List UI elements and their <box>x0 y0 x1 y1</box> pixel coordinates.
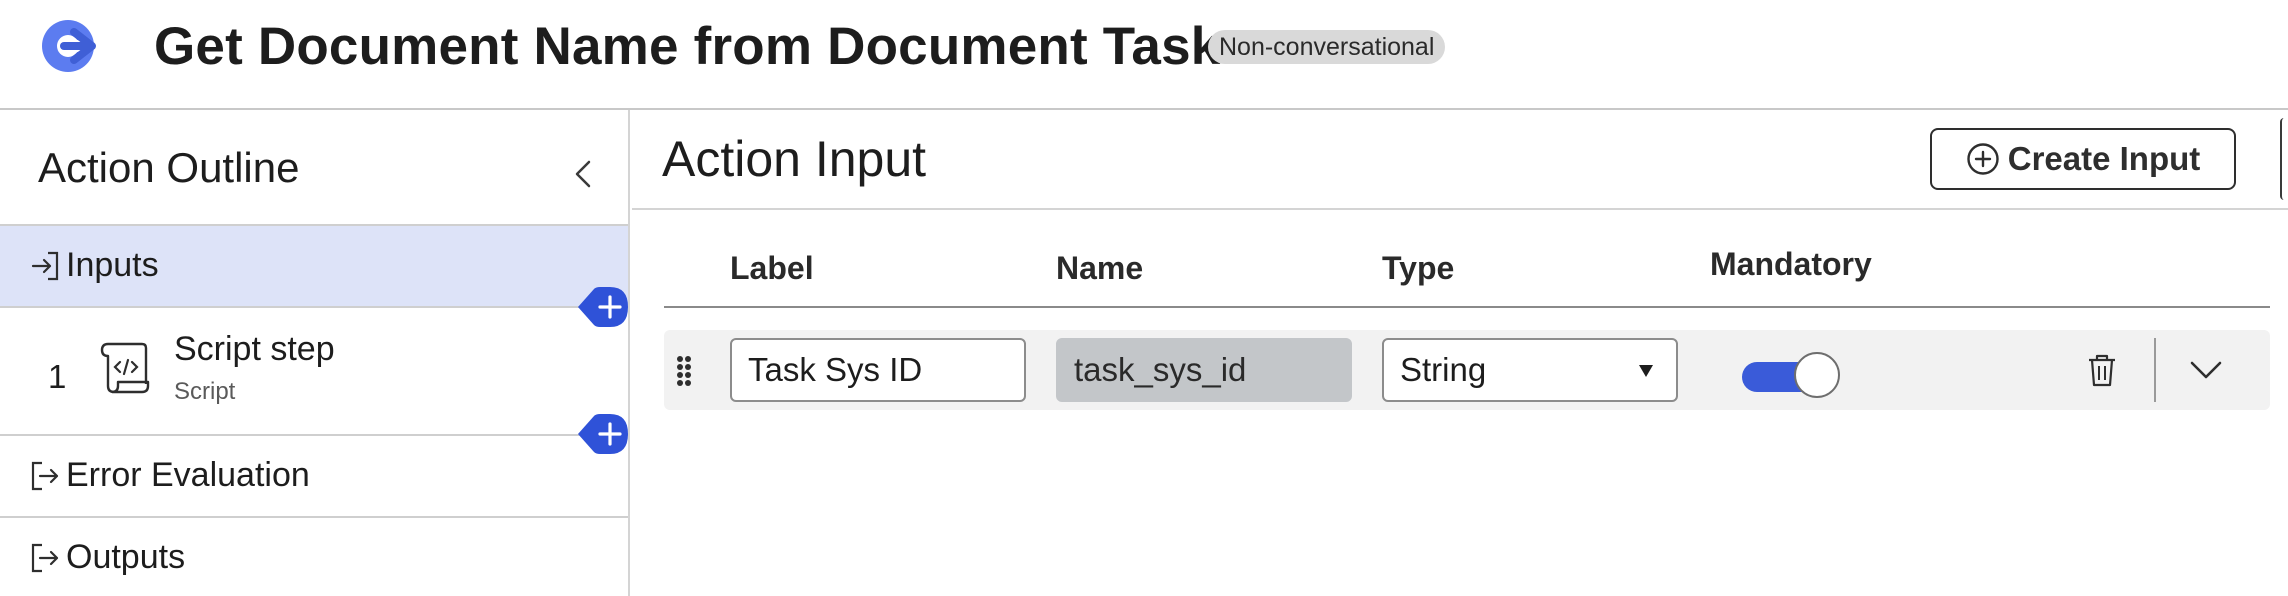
step-type: Script <box>174 378 236 405</box>
name-field: task_sys_id <box>1056 338 1352 402</box>
column-header-mandatory: Mandatory <box>1710 246 1872 282</box>
arrow-circle-logo-icon <box>42 20 96 72</box>
row-action-divider <box>2154 338 2156 402</box>
chevron-left-icon <box>575 160 591 188</box>
outline-item-label: Error Evaluation <box>66 456 310 494</box>
column-header-label: Label <box>730 250 814 286</box>
label-input[interactable]: Task Sys ID <box>730 338 1026 402</box>
action-outline-panel: Action Outline Inputs 1 Script step Scri… <box>0 110 630 596</box>
top-bar: Get Document Name from Document Task Non… <box>0 0 2288 110</box>
table-row: Task Sys ID task_sys_id String <box>664 330 2270 410</box>
column-header-name: Name <box>1056 250 1144 286</box>
toggle-knob <box>1794 352 1840 398</box>
outline-item-label: Inputs <box>66 246 159 284</box>
add-step-button[interactable] <box>576 285 630 329</box>
panel-header: Action Input Create Input <box>632 110 2288 210</box>
panel-edge-handle <box>2280 118 2288 200</box>
plus-circle-icon <box>1967 143 1999 175</box>
input-arrow-icon <box>31 251 59 281</box>
outline-item-outputs[interactable]: Outputs <box>0 516 628 596</box>
type-select-value: String <box>1400 351 1487 388</box>
page-title: Get Document Name from Document Task <box>154 17 1221 76</box>
outline-item-script-step[interactable]: 1 Script step Script <box>0 306 628 434</box>
script-scroll-icon <box>100 342 150 394</box>
header-divider <box>664 306 2270 308</box>
outline-item-label: Outputs <box>66 538 186 576</box>
step-name: Script step <box>174 330 335 368</box>
chevron-down-icon[interactable] <box>2188 358 2224 382</box>
output-arrow-icon <box>31 461 59 491</box>
step-number: 1 <box>48 358 67 395</box>
drag-handle-icon[interactable] <box>672 352 696 388</box>
outline-item-inputs[interactable]: Inputs <box>0 224 628 306</box>
caret-down-icon <box>1639 365 1653 377</box>
output-arrow-icon <box>31 543 59 573</box>
add-step-button[interactable] <box>576 412 630 456</box>
status-badge: Non-conversational <box>1208 30 1446 64</box>
collapse-outline-button[interactable] <box>566 150 600 198</box>
type-select[interactable]: String <box>1382 338 1678 402</box>
mandatory-toggle[interactable] <box>1742 352 1840 398</box>
outline-item-error-evaluation[interactable]: Error Evaluation <box>0 434 628 516</box>
panel-title: Action Input <box>662 131 927 187</box>
column-header-type: Type <box>1382 250 1455 286</box>
action-input-panel: Action Input Create Input Label Name Typ… <box>632 110 2288 596</box>
create-input-label: Create Input <box>2007 140 2201 177</box>
create-input-button[interactable]: Create Input <box>1930 128 2236 190</box>
outline-title: Action Outline <box>38 144 300 191</box>
trash-icon[interactable] <box>2086 352 2118 388</box>
